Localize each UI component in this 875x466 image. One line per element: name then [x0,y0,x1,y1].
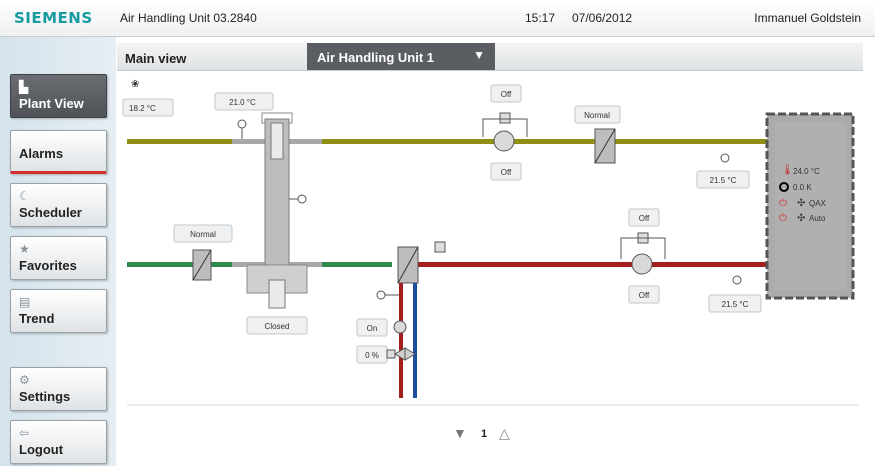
fan-icon: ✣ [797,198,805,209]
damper-coil [268,279,286,309]
nav-scheduler-button[interactable]: ☾ Scheduler [10,183,107,227]
cold-water-pipe [413,283,417,398]
room-mode1-value: QAX [809,199,827,208]
fan-icon: ✣ [797,213,805,224]
plant-icon: ▙ [19,80,29,94]
nav-settings-label: Settings [19,389,71,404]
page-down-button[interactable]: ▼ [453,425,467,441]
fan-top-switch-icon [499,112,511,124]
nav-trend-button[interactable]: ▤ Trend [10,289,107,333]
star-icon: ★ [19,242,30,256]
room-delta-value: 0.0 K [793,183,812,192]
return-duct [412,262,767,267]
valve-icon[interactable] [394,347,416,361]
pump-state-value: On [367,324,378,333]
sidebar: ▙ Plant View Alarms ☾ Scheduler ★ Favori… [0,37,116,466]
fan-top-icon[interactable] [493,130,515,152]
svg-text:❀: ❀ [131,79,139,90]
nav-favorites-button[interactable]: ★ Favorites [10,236,107,280]
hot-water-pipe [399,283,403,398]
valve-position-value: 0 % [365,351,379,360]
outside-temp-value: 18.2 °C [129,104,156,113]
nav-scheduler-label: Scheduler [19,205,82,220]
clock-date: 07/06/2012 [572,11,633,25]
fan-top-state-a-value: Off [501,90,512,99]
power-icon[interactable]: ⏻ [779,213,787,224]
water-temp-sensor-icon [376,290,386,300]
valve-actuator-icon [386,349,396,359]
filter-bottom-state-value: Normal [190,230,216,239]
page-up-button[interactable]: △ [499,425,510,442]
coil-sensor-icon [434,241,446,253]
filter-top-state-value: Normal [584,111,610,120]
moon-icon: ☾ [19,189,30,203]
nav-logout-label: Logout [19,442,64,457]
nav-logout-button[interactable]: ⇦ Logout [10,420,107,464]
page-number: 1 [481,428,488,440]
plant-diagram: ❀ 18.2 °C 21.0 °C Closed Normal Off Off [122,79,859,406]
fan-bottom-icon[interactable] [631,253,653,275]
gear-icon: ⚙ [19,373,30,387]
outside-temp-sensor-icon: ❀ [131,79,139,90]
supply-temp-value: 21.5 °C [710,176,737,185]
damper-state-value: Closed [265,322,290,331]
main-panel: Main view Air Handling Unit 1 ▼ ❀ 18.2 °… [117,37,875,466]
chart-icon: ▤ [19,295,31,309]
brand-logo: SIEMENS [14,9,93,27]
fan-top-state-b-value: Off [501,168,512,177]
power-icon[interactable]: ⏻ [779,198,787,209]
hx-coil-top [270,122,284,160]
supply-temp-sensor-icon [720,153,730,163]
nav-alarms-label: Alarms [19,146,64,161]
nav-plant-view-label: Plant View [19,96,84,111]
window-title: Air Handling Unit 03.2840 [120,11,257,25]
supply-duct [127,139,767,144]
preheat-temp-value: 21.0 °C [229,98,256,107]
pump-icon[interactable] [393,320,407,334]
return-temp-value: 21.5 °C [722,300,749,309]
nav-alarms-button[interactable]: Alarms [10,130,107,174]
logout-icon: ⇦ [19,426,30,440]
room-mode2-value: Auto [809,214,826,223]
return-temp-sensor-icon [732,275,742,285]
fan-bottom-state-a-value: Off [639,214,650,223]
room-temp-value: 24.0 °C [793,167,820,176]
thermometer-icon: 🌡 [781,164,794,176]
fan-bottom-state-b-value: Off [639,291,650,300]
clock-time: 15:17 [525,11,556,25]
nav-trend-label: Trend [19,311,55,326]
user-name[interactable]: Immanuel Goldstein [754,11,861,25]
top-bar: SIEMENS Air Handling Unit 03.2840 15:17 … [0,0,875,37]
pressure-sensor-icon [297,194,307,204]
temp-sensor-icon [237,119,247,129]
nav-plant-view-button[interactable]: ▙ Plant View [10,74,107,118]
nav-favorites-label: Favorites [19,258,77,273]
nav-settings-button[interactable]: ⚙ Settings [10,367,107,411]
